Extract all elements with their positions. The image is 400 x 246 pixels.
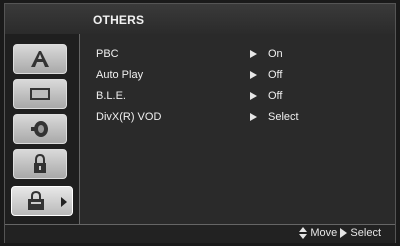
header-bar: OTHERS — [5, 4, 395, 35]
sidebar-item-lock[interactable] — [13, 149, 67, 179]
footer-hint-bar: Move Select — [5, 224, 395, 243]
sidebar-item-display[interactable] — [13, 79, 67, 109]
setting-row-auto-play[interactable]: Auto Play Off — [90, 67, 385, 85]
setting-row-divx-vod[interactable]: DivX(R) VOD Select — [90, 109, 385, 127]
pointer-icon — [250, 92, 257, 100]
sidebar-item-others[interactable] — [11, 186, 73, 216]
pointer-icon — [250, 71, 257, 79]
setting-value: Off — [268, 90, 283, 102]
display-icon — [30, 88, 50, 100]
select-hint-label: Select — [350, 227, 381, 239]
speaker-icon — [31, 121, 48, 137]
setting-label: PBC — [96, 48, 119, 60]
right-arrow-icon — [340, 228, 348, 239]
setting-value: Off — [268, 69, 283, 81]
sidebar-item-audio[interactable] — [13, 114, 67, 144]
setup-menu: OTHERS PBC On Auto Play Off B.L.E. Off D… — [4, 3, 396, 243]
up-down-arrows-icon — [299, 227, 308, 240]
setting-row-pbc[interactable]: PBC On — [90, 46, 385, 64]
pointer-icon — [250, 113, 257, 121]
setting-value: Select — [268, 111, 299, 123]
page-title: OTHERS — [93, 13, 145, 27]
setting-row-ble[interactable]: B.L.E. Off — [90, 88, 385, 106]
setting-label: DivX(R) VOD — [96, 111, 162, 123]
dvd-setup-screen: OTHERS PBC On Auto Play Off B.L.E. Off D… — [0, 0, 400, 246]
lock-icon — [34, 154, 46, 173]
setting-label: Auto Play — [96, 69, 144, 81]
pointer-icon — [250, 50, 257, 58]
others-icon — [28, 191, 44, 210]
navigation-hint: Move Select — [299, 227, 381, 240]
move-hint-label: Move — [310, 227, 338, 239]
sidebar-item-language[interactable] — [13, 44, 67, 74]
submenu-arrow-icon — [61, 197, 67, 207]
settings-panel: PBC On Auto Play Off B.L.E. Off DivX(R) … — [80, 34, 395, 224]
a-letter-icon — [31, 51, 49, 67]
setting-value: On — [268, 48, 283, 60]
setting-label: B.L.E. — [96, 90, 126, 102]
sidebar — [5, 34, 80, 224]
